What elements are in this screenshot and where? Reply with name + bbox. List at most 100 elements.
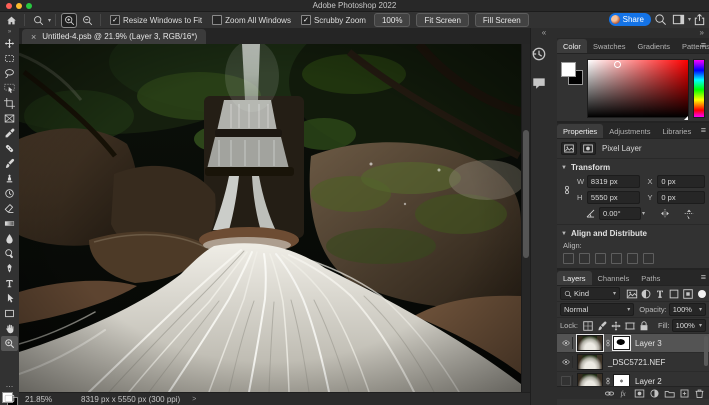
- new-layer-icon[interactable]: [679, 388, 690, 399]
- zoom-tool[interactable]: [1, 336, 18, 351]
- x-field[interactable]: 0 px: [657, 175, 705, 188]
- tab-layers[interactable]: Layers: [557, 271, 592, 285]
- toolbar-collapse-icon[interactable]: »: [0, 28, 19, 36]
- document-canvas[interactable]: [19, 44, 521, 392]
- zoom-tool-preset-icon[interactable]: [31, 14, 45, 27]
- comments-icon[interactable]: [531, 75, 547, 91]
- tab-paths[interactable]: Paths: [635, 271, 666, 285]
- lock-all-icon[interactable]: [638, 320, 650, 332]
- shape-filter-icon[interactable]: [668, 288, 680, 300]
- scrollbar-thumb[interactable]: [523, 130, 529, 258]
- export-icon[interactable]: [693, 13, 706, 26]
- history-brush-tool[interactable]: [1, 186, 18, 201]
- zoom-in-button[interactable]: [62, 14, 76, 27]
- document-tab[interactable]: × Untitled-4.psb @ 21.9% (Layer 3, RGB/1…: [22, 29, 206, 44]
- checkbox-resize-windows-to-fit[interactable]: ✓Resize Windows to Fit: [110, 15, 202, 25]
- opacity-field[interactable]: 100%▾: [669, 303, 706, 316]
- color-field[interactable]: [587, 59, 689, 118]
- layer-group-icon[interactable]: [664, 388, 675, 399]
- type-filter-icon[interactable]: [654, 288, 666, 300]
- share-button[interactable]: Share: [609, 13, 651, 26]
- lock-artboard-icon[interactable]: [624, 320, 636, 332]
- tab-libraries[interactable]: Libraries: [656, 124, 697, 138]
- link-layers-icon[interactable]: [604, 388, 615, 399]
- smart-object-filter-icon[interactable]: [682, 288, 694, 300]
- constrain-proportions-icon[interactable]: [562, 178, 572, 202]
- visibility-toggle[interactable]: [559, 356, 573, 368]
- transform-section-header[interactable]: ▼ Transform: [557, 159, 709, 174]
- chevron-down-icon[interactable]: ▾: [642, 210, 645, 217]
- foreground-color-swatch[interactable]: [561, 62, 576, 77]
- screen-mode-icon[interactable]: [3, 393, 16, 404]
- tab-swatches[interactable]: Swatches: [587, 39, 632, 53]
- panel-menu-icon[interactable]: ≡: [701, 41, 706, 50]
- type-tool[interactable]: [1, 276, 18, 291]
- panel-menu-icon[interactable]: ≡: [701, 273, 706, 282]
- delete-layer-icon[interactable]: [694, 388, 705, 399]
- panel-menu-icon[interactable]: ≡: [701, 126, 706, 135]
- pixel-filter-icon[interactable]: [626, 288, 638, 300]
- lock-pixels-icon[interactable]: [596, 320, 608, 332]
- pixel-layer-icon[interactable]: [561, 142, 577, 155]
- filter-toggle[interactable]: [698, 290, 706, 298]
- fit-screen-button[interactable]: Fit Screen: [416, 13, 468, 27]
- tab-adjustments[interactable]: Adjustments: [603, 124, 656, 138]
- layer-mask-thumbnail[interactable]: [613, 336, 630, 350]
- layer-mask-chip-icon[interactable]: [580, 142, 596, 155]
- align-center-icon[interactable]: [579, 253, 590, 264]
- checkbox-checked-icon[interactable]: ✓: [110, 15, 120, 25]
- close-tab-icon[interactable]: ×: [31, 32, 36, 42]
- workspace-icon[interactable]: [672, 13, 685, 26]
- adjustment-filter-icon[interactable]: [640, 288, 652, 300]
- healing-brush-tool[interactable]: [1, 141, 18, 156]
- brush-tool[interactable]: [1, 156, 18, 171]
- gradient-tool[interactable]: [1, 216, 18, 231]
- adjustment-layer-icon[interactable]: [649, 388, 660, 399]
- status-zoom-field[interactable]: 21.85%: [25, 395, 63, 404]
- marquee-tool[interactable]: [1, 51, 18, 66]
- lasso-tool[interactable]: [1, 66, 18, 81]
- y-field[interactable]: 0 px: [657, 191, 705, 204]
- layer-row[interactable]: Layer 3: [557, 334, 709, 353]
- height-field[interactable]: 5550 px: [587, 191, 641, 204]
- layer-mask-icon[interactable]: [634, 388, 645, 399]
- layers-scrollbar-thumb[interactable]: [704, 336, 708, 366]
- clone-stamp-tool[interactable]: [1, 171, 18, 186]
- layer-name[interactable]: _DSC5721.NEF: [608, 358, 665, 367]
- align-section-header[interactable]: ▼ Align and Distribute: [557, 225, 709, 240]
- align-left-icon[interactable]: [563, 253, 574, 264]
- status-chevron-icon[interactable]: >: [192, 396, 196, 403]
- zoom-out-button[interactable]: [80, 14, 94, 27]
- align-top-icon[interactable]: [611, 253, 622, 264]
- canvas-vertical-scrollbar[interactable]: [521, 44, 530, 392]
- move-tool[interactable]: [1, 36, 18, 51]
- tab-gradients[interactable]: Gradients: [631, 39, 676, 53]
- tab-color[interactable]: Color: [557, 39, 587, 53]
- layer-effects-icon[interactable]: fx: [619, 388, 630, 399]
- frame-tool[interactable]: [1, 111, 18, 126]
- filter-kind-dropdown[interactable]: Kind▾: [560, 287, 620, 300]
- checkbox-zoom-all-windows[interactable]: Zoom All Windows: [212, 15, 291, 25]
- hue-slider[interactable]: [693, 59, 705, 118]
- eyedropper-tool[interactable]: [1, 126, 18, 141]
- checkbox-checked-icon[interactable]: ✓: [301, 15, 311, 25]
- width-field[interactable]: 8319 px: [587, 175, 641, 188]
- align-bottom-icon[interactable]: [643, 253, 654, 264]
- crop-tool[interactable]: [1, 96, 18, 111]
- lock-transparent-icon[interactable]: [582, 320, 594, 332]
- tab-properties[interactable]: Properties: [557, 124, 603, 138]
- blur-tool[interactable]: [1, 231, 18, 246]
- fill-screen-button[interactable]: Fill Screen: [475, 13, 529, 27]
- fill-field[interactable]: 100%▾: [672, 319, 706, 332]
- layer-thumbnail[interactable]: [577, 335, 603, 351]
- layer-row[interactable]: _DSC5721.NEF: [557, 353, 709, 372]
- dodge-tool[interactable]: [1, 246, 18, 261]
- checkbox-scrubby-zoom[interactable]: ✓Scrubby Zoom: [301, 15, 366, 25]
- blend-mode-dropdown[interactable]: Normal▾: [560, 303, 634, 316]
- flip-vertical-icon[interactable]: [683, 208, 695, 219]
- checkbox-unchecked-icon[interactable]: [212, 15, 222, 25]
- object-selection-tool[interactable]: [1, 81, 18, 96]
- hand-tool[interactable]: [1, 321, 18, 336]
- pen-tool[interactable]: [1, 261, 18, 276]
- align-right-icon[interactable]: [595, 253, 606, 264]
